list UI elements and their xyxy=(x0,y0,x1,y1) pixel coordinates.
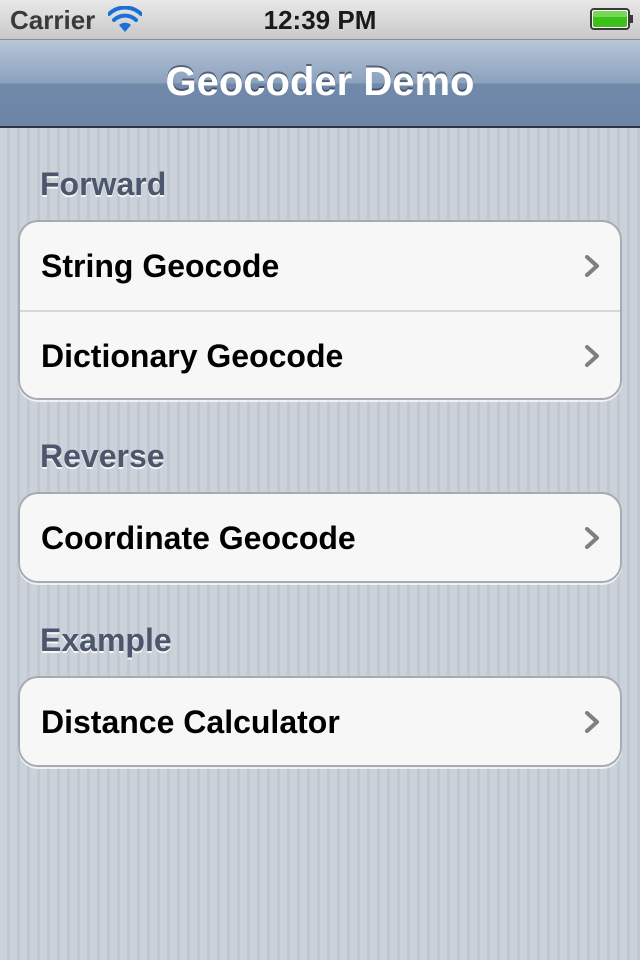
section-header-example: Example xyxy=(40,622,172,658)
cell-label: Coordinate Geocode xyxy=(41,520,356,556)
cell-dictionary-geocode[interactable]: Dictionary Geocode xyxy=(20,310,620,398)
status-time: 12:39 PM xyxy=(263,5,377,35)
cell-label: String Geocode xyxy=(41,248,280,284)
cell-label: Distance Calculator xyxy=(41,704,340,740)
nav-title: Geocoder Demo xyxy=(165,60,475,104)
chevron-right-icon xyxy=(585,345,599,367)
chevron-right-icon xyxy=(585,255,599,277)
chevron-right-icon xyxy=(585,527,599,549)
battery-full-icon xyxy=(590,8,633,30)
status-bar: Carrier 12:39 PM xyxy=(0,0,640,40)
section-header-reverse: Reverse xyxy=(40,438,165,474)
navigation-bar: Geocoder Demo xyxy=(0,40,640,128)
section-header-forward: Forward xyxy=(40,166,167,202)
cell-distance-calculator[interactable]: Distance Calculator xyxy=(20,678,620,765)
group-reverse: Coordinate Geocode xyxy=(18,492,622,583)
cell-label: Dictionary Geocode xyxy=(41,338,344,374)
cell-string-geocode[interactable]: String Geocode xyxy=(20,222,620,310)
group-example: Distance Calculator xyxy=(18,676,622,767)
cell-coordinate-geocode[interactable]: Coordinate Geocode xyxy=(20,494,620,581)
group-forward: String Geocode Dictionary Geocode xyxy=(18,220,622,400)
chevron-right-icon xyxy=(585,711,599,733)
